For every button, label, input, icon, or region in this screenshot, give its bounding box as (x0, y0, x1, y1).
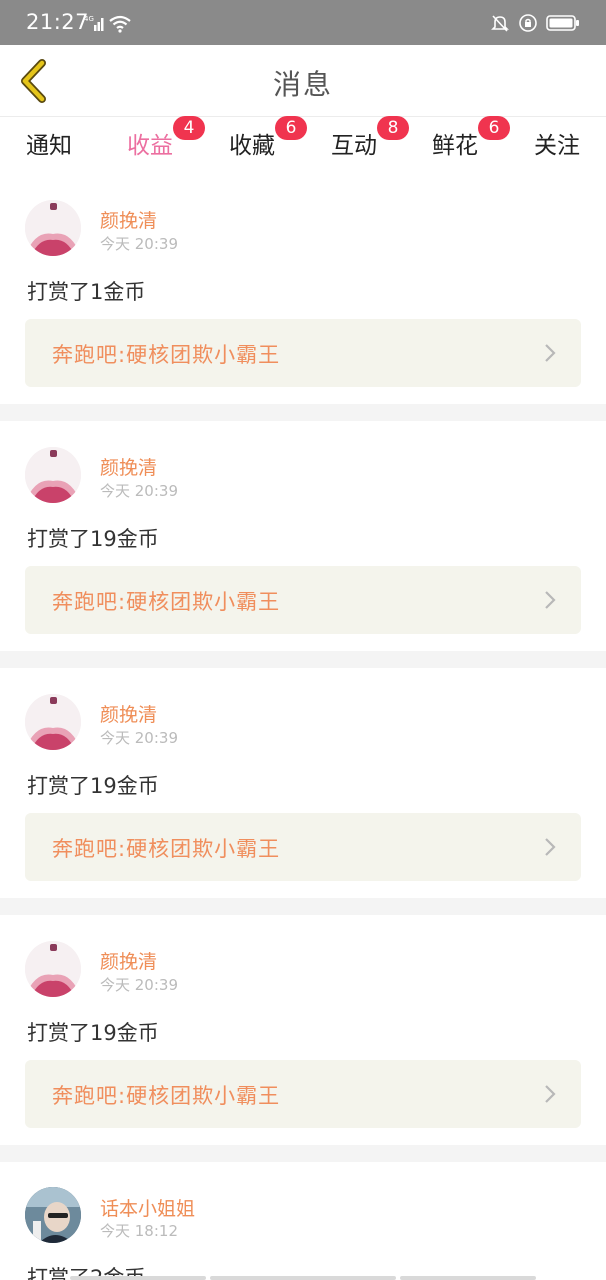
network-label: 4G (84, 15, 94, 23)
avatar-image-icon (25, 447, 81, 503)
user-name[interactable]: 颜挽清 (100, 700, 157, 727)
header: 消息 (0, 45, 606, 117)
signal-icon: 4G (84, 15, 104, 31)
book-link[interactable]: 奔跑吧:硬核团欺小霸王 (25, 813, 581, 881)
user-name[interactable]: 颜挽清 (100, 453, 157, 480)
timestamp: 今天 20:39 (100, 482, 178, 500)
status-bar: 21:27 4G (0, 0, 606, 45)
page-title: 消息 (272, 68, 333, 101)
message-text: 打赏了19金币 (27, 527, 159, 551)
scroll-hint (70, 1276, 206, 1280)
message-card: 颜挽清 今天 20:39 打赏了19金币 奔跑吧:硬核团欺小霸王 (0, 421, 606, 651)
message-card: 颜挽清 今天 20:39 打赏了1金币 奔跑吧:硬核团欺小霸王 (0, 172, 606, 404)
chevron-right-icon (545, 838, 556, 856)
book-link[interactable]: 奔跑吧:硬核团欺小霸王 (25, 1060, 581, 1128)
avatar-image-icon (25, 1187, 81, 1243)
mute-icon (491, 15, 509, 32)
avatar[interactable] (25, 941, 81, 997)
chevron-right-icon (545, 344, 556, 362)
user-name[interactable]: 话本小姐姐 (100, 1194, 195, 1221)
avatar[interactable] (25, 1187, 81, 1243)
avatar[interactable] (25, 694, 81, 750)
tab-following[interactable]: 关注 (534, 126, 580, 172)
card-separator (0, 898, 606, 915)
card-separator (0, 651, 606, 668)
status-time: 21:27 (26, 10, 90, 34)
chevron-right-icon (545, 591, 556, 609)
card-separator (0, 404, 606, 421)
battery-icon (546, 15, 579, 31)
timestamp: 今天 20:39 (100, 729, 178, 747)
message-card: 颜挽清 今天 20:39 打赏了19金币 奔跑吧:硬核团欺小霸王 (0, 668, 606, 898)
timestamp: 今天 20:39 (100, 235, 178, 253)
tab-label: 鲜花 (432, 133, 478, 159)
tab-label: 收益 (127, 133, 173, 159)
book-title: 奔跑吧:硬核团欺小霸王 (52, 1084, 281, 1108)
user-name[interactable]: 颜挽清 (100, 947, 157, 974)
book-title: 奔跑吧:硬核团欺小霸王 (52, 343, 281, 367)
tab-badge: 8 (377, 116, 409, 140)
tab-badge: 6 (275, 116, 307, 140)
tab-bar: 通知 收益 4 收藏 6 互动 8 鲜花 6 关注 (0, 116, 606, 175)
chevron-right-icon (545, 1085, 556, 1103)
tab-badge: 4 (173, 116, 205, 140)
book-link[interactable]: 奔跑吧:硬核团欺小霸王 (25, 566, 581, 634)
tab-label: 收藏 (229, 133, 275, 159)
book-link[interactable]: 奔跑吧:硬核团欺小霸王 (25, 319, 581, 387)
message-card: 话本小姐姐 今天 18:12 打赏了2金币 (0, 1162, 606, 1280)
user-name[interactable]: 颜挽清 (100, 206, 157, 233)
scroll-hint (400, 1276, 536, 1280)
tab-interactions[interactable]: 互动 8 (331, 116, 409, 172)
message-text: 打赏了1金币 (27, 280, 146, 304)
tab-label: 通知 (26, 133, 72, 159)
tab-notifications[interactable]: 通知 (26, 126, 72, 172)
wifi-icon (109, 15, 131, 33)
tab-badge: 6 (478, 116, 510, 140)
message-text: 打赏了19金币 (27, 774, 159, 798)
timestamp: 今天 20:39 (100, 976, 178, 994)
timestamp: 今天 18:12 (100, 1222, 178, 1240)
message-card: 颜挽清 今天 20:39 打赏了19金币 奔跑吧:硬核团欺小霸王 (0, 915, 606, 1145)
avatar-image-icon (25, 200, 81, 256)
status-right-icons (490, 12, 580, 34)
message-text: 打赏了19金币 (27, 1021, 159, 1045)
tab-flowers[interactable]: 鲜花 6 (432, 116, 510, 172)
card-separator (0, 1145, 606, 1162)
avatar[interactable] (25, 200, 81, 256)
tab-label: 互动 (331, 133, 377, 159)
avatar[interactable] (25, 447, 81, 503)
tab-earnings[interactable]: 收益 4 (127, 116, 205, 175)
scroll-hint (210, 1276, 396, 1280)
book-title: 奔跑吧:硬核团欺小霸王 (52, 590, 281, 614)
tab-label: 关注 (534, 133, 580, 159)
book-title: 奔跑吧:硬核团欺小霸王 (52, 837, 281, 861)
tab-favorites[interactable]: 收藏 6 (229, 116, 307, 172)
rotation-lock-icon (519, 14, 537, 32)
avatar-image-icon (25, 941, 81, 997)
avatar-image-icon (25, 694, 81, 750)
